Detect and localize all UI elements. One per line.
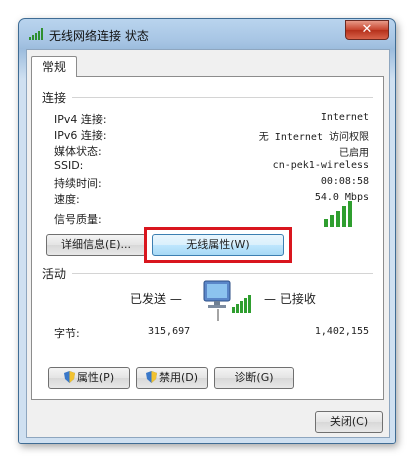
speed-label: 速度:: [54, 193, 80, 206]
signal-strength-icon: [324, 201, 352, 227]
bytes-sent-value: 315,697: [148, 326, 191, 337]
properties-button-label: 属性(P): [76, 371, 115, 384]
connection-section-label: 连接: [42, 89, 73, 106]
sent-label: 已发送 —: [130, 292, 182, 306]
ssid-value: cn-pek1-wireless: [272, 160, 369, 171]
highlight-annotation-box: [144, 227, 292, 263]
uac-shield-icon: [63, 371, 75, 383]
general-panel: 连接 IPv4 连接: Internet IPv6 连接: 无 Internet…: [31, 76, 384, 400]
signal-quality-label: 信号质量:: [54, 213, 102, 226]
ipv4-value: Internet: [320, 112, 369, 123]
duration-label: 持续时间:: [54, 177, 102, 190]
properties-button[interactable]: 属性(P): [48, 367, 130, 389]
dialog-client-area: 常规 连接 IPv4 连接: Internet IPv6 连接: 无 Inter…: [26, 49, 390, 438]
ipv6-label: IPv6 连接:: [54, 129, 107, 142]
status-dialog: 无线网络连接 状态 ✕ 常规 连接 IPv4 连接: Internet IPv6…: [18, 18, 396, 444]
diagnose-button[interactable]: 诊断(G): [214, 367, 294, 389]
uac-shield-icon: [145, 371, 157, 383]
media-state-value: 已启用: [339, 148, 369, 159]
close-button[interactable]: 关闭(C): [315, 411, 383, 433]
wireless-signal-icon: [29, 28, 43, 40]
network-computer-icon: [203, 280, 251, 321]
activity-divider: [72, 273, 373, 274]
duration-value: 00:08:58: [320, 176, 369, 187]
bytes-received-value: 1,402,155: [314, 326, 369, 337]
details-button[interactable]: 详细信息(E)...: [46, 234, 146, 256]
title-close-button[interactable]: ✕: [345, 20, 389, 40]
disable-button-label: 禁用(D): [158, 371, 199, 384]
activity-section-label: 活动: [42, 265, 73, 282]
connection-divider: [72, 97, 373, 98]
title-bar[interactable]: 无线网络连接 状态 ✕: [19, 19, 395, 49]
received-label: — 已接收: [264, 292, 316, 306]
ipv4-label: IPv4 连接:: [54, 113, 107, 126]
bytes-label: 字节:: [54, 327, 80, 340]
ipv6-value: 无 Internet 访问权限: [258, 132, 369, 143]
tab-general[interactable]: 常规: [31, 56, 77, 77]
media-state-label: 媒体状态:: [54, 145, 102, 158]
ssid-label: SSID:: [54, 159, 84, 172]
disable-button[interactable]: 禁用(D): [136, 367, 208, 389]
window-title: 无线网络连接 状态: [49, 29, 149, 43]
